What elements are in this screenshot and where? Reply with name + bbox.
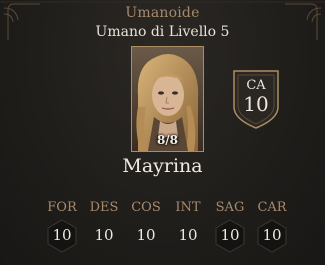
ability-label: SAG bbox=[215, 200, 245, 215]
ability-value: 10 bbox=[220, 226, 240, 244]
ability-value: 10 bbox=[94, 226, 114, 244]
subrace-level-label: Umano di Livello 5 bbox=[95, 24, 230, 40]
hit-points: 8/8 bbox=[156, 133, 179, 147]
ability-con[interactable]: COS 10 bbox=[126, 200, 166, 260]
character-name: Mayrina bbox=[122, 155, 203, 177]
ability-label: INT bbox=[175, 200, 201, 215]
ability-int[interactable]: INT 10 bbox=[168, 200, 208, 260]
race-label: Umanoide bbox=[125, 5, 200, 21]
armor-class-shield: CA 10 bbox=[230, 67, 282, 131]
ability-value: 10 bbox=[262, 226, 282, 244]
ability-wis[interactable]: SAG 10 bbox=[210, 200, 250, 260]
armor-class-value: 10 bbox=[243, 92, 269, 116]
ability-dex[interactable]: DES 10 bbox=[84, 200, 124, 260]
ability-str[interactable]: FOR 10 bbox=[42, 200, 82, 260]
armor-class-label: CA bbox=[246, 78, 266, 93]
character-panel: Umanoide Umano di Livello 5 8/8 CA 10 Ma… bbox=[0, 0, 325, 265]
ability-scores: FOR 10 DES 10 COS 10 INT 10 SAG 10 CAR 1… bbox=[40, 200, 292, 260]
ability-label: FOR bbox=[47, 200, 77, 215]
ability-cha[interactable]: CAR 10 bbox=[252, 200, 292, 260]
ability-value: 10 bbox=[52, 226, 72, 244]
ability-label: CAR bbox=[257, 200, 287, 215]
ability-value: 10 bbox=[136, 226, 156, 244]
ability-label: DES bbox=[89, 200, 119, 215]
character-portrait[interactable]: 8/8 bbox=[131, 46, 204, 152]
ability-label: COS bbox=[131, 200, 161, 215]
ability-value: 10 bbox=[178, 226, 198, 244]
